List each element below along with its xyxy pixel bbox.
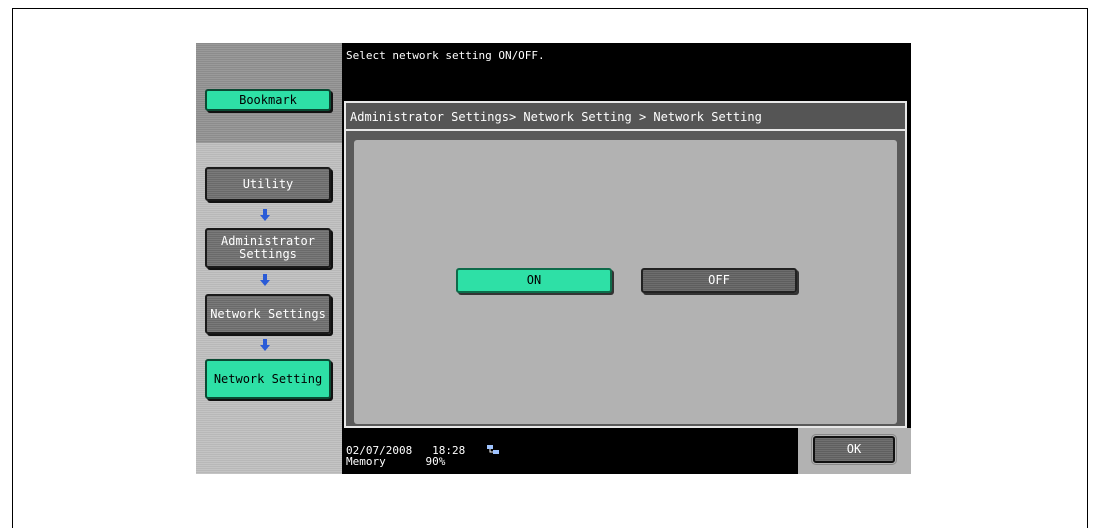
sidebar-item-utility[interactable]: Utility bbox=[205, 167, 331, 201]
down-arrow-icon bbox=[258, 338, 272, 352]
down-arrow-icon bbox=[258, 273, 272, 287]
down-arrow-icon bbox=[258, 208, 272, 222]
content-area: Administrator Settings> Network Setting … bbox=[344, 101, 907, 428]
options-panel: ON OFF bbox=[354, 140, 897, 424]
status-bar: 02/07/2008 18:28 Memory 90% bbox=[346, 445, 465, 467]
control-panel: Bookmark Utility Administrator Settings … bbox=[196, 43, 911, 474]
ok-button[interactable]: OK bbox=[811, 434, 897, 465]
breadcrumb: Administrator Settings> Network Setting … bbox=[346, 103, 905, 131]
sidebar: Bookmark Utility Administrator Settings … bbox=[196, 43, 342, 474]
network-status-icon bbox=[486, 441, 500, 454]
memory-label: Memory bbox=[346, 455, 386, 468]
memory-value: 90% bbox=[425, 455, 446, 468]
sidebar-item-administrator-settings[interactable]: Administrator Settings bbox=[205, 228, 331, 268]
sidebar-item-network-setting[interactable]: Network Setting bbox=[205, 359, 331, 399]
on-button[interactable]: ON bbox=[456, 268, 612, 293]
off-button[interactable]: OFF bbox=[641, 268, 797, 293]
sidebar-item-network-settings[interactable]: Network Settings bbox=[205, 294, 331, 334]
bookmark-button[interactable]: Bookmark bbox=[205, 89, 331, 111]
instruction-message: Select network setting ON/OFF. bbox=[346, 49, 545, 62]
